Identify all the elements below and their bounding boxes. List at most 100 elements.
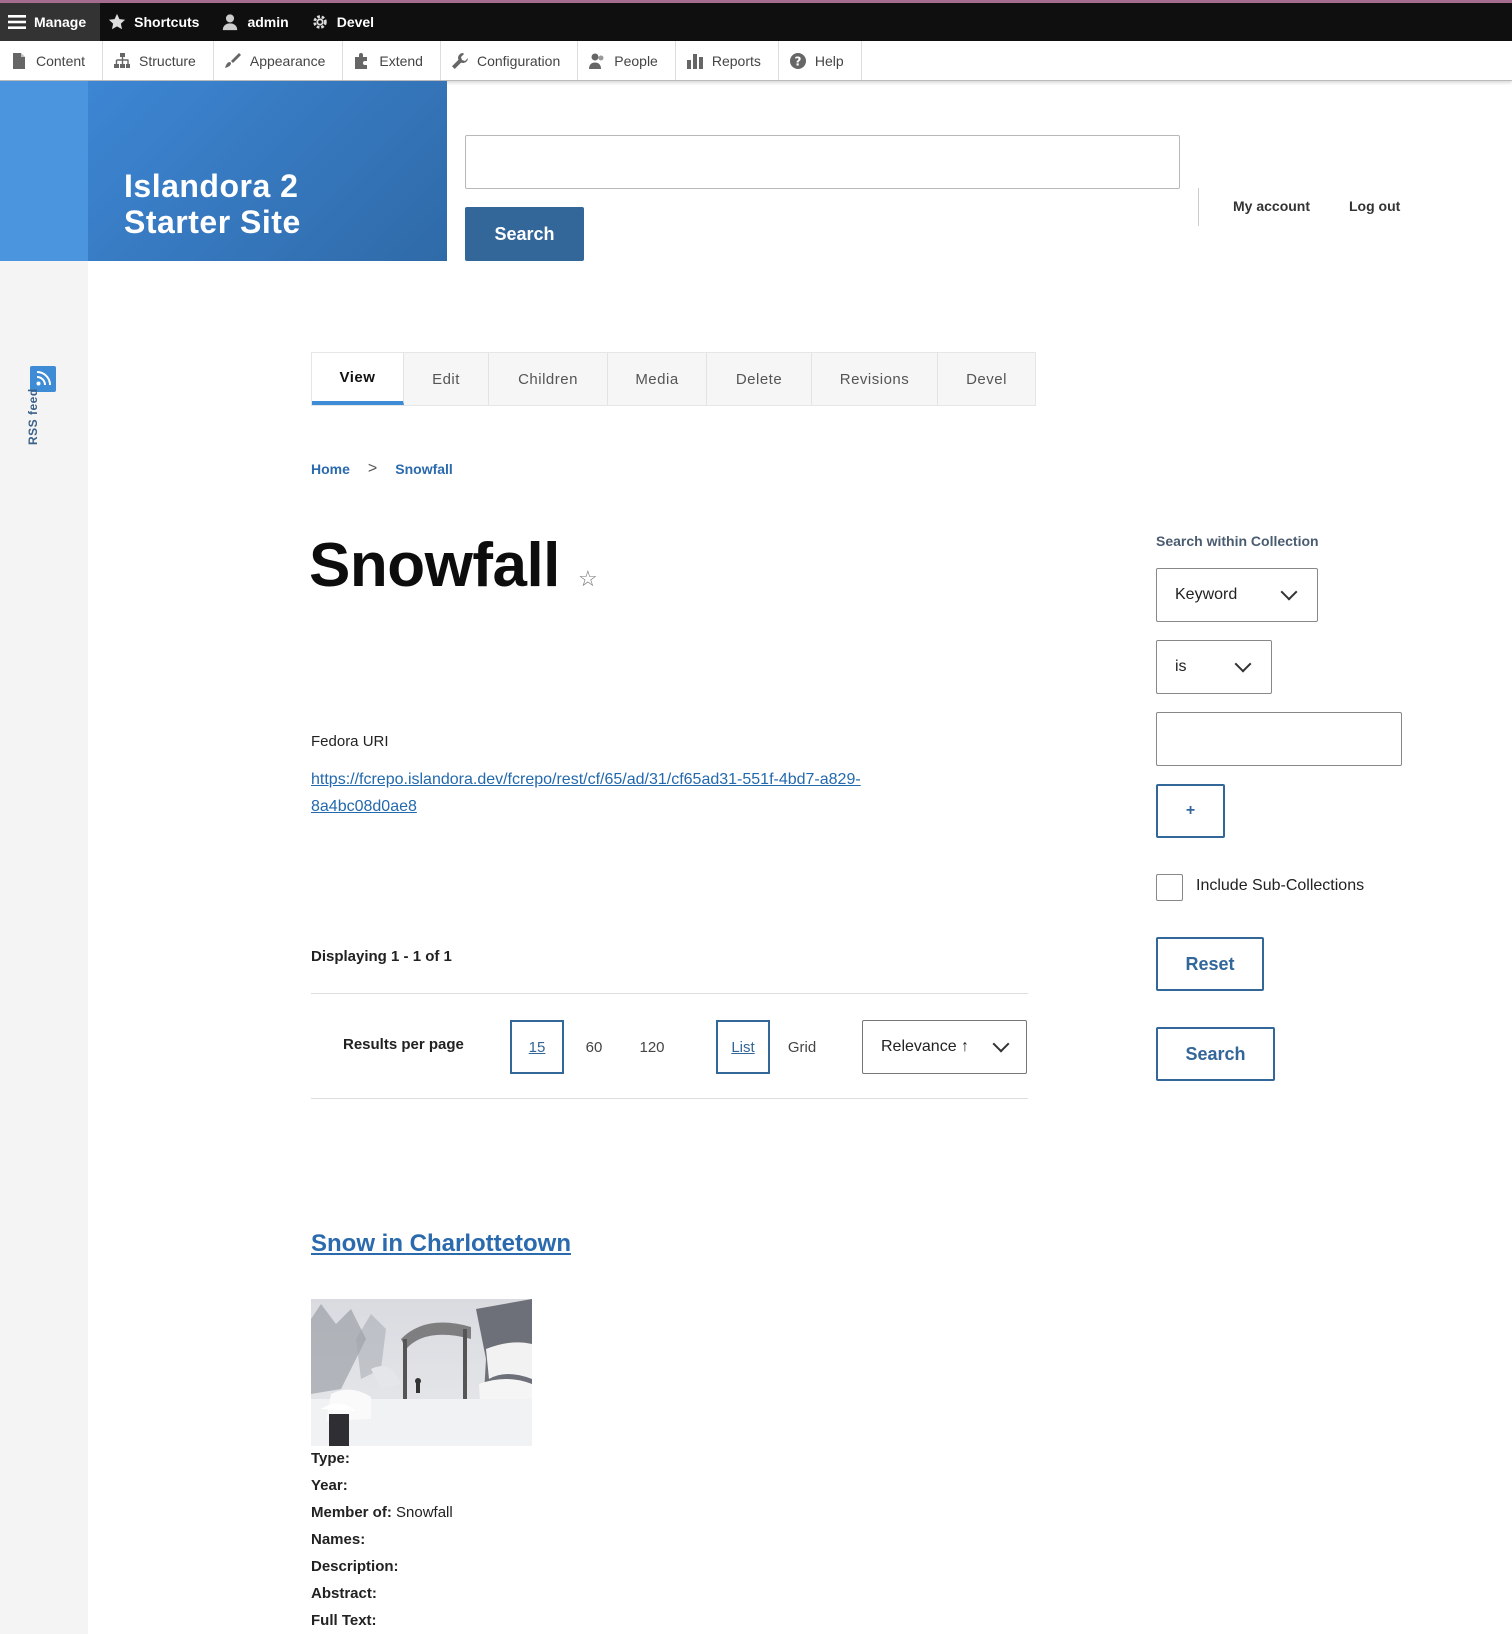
tray-people-label: People [614,52,658,69]
tray-extend-label: Extend [379,52,423,69]
sort-select[interactable]: Relevance ↑ [862,1020,1027,1074]
tab-devel[interactable]: Devel [938,353,1035,405]
header-search-button[interactable]: Search [465,207,584,261]
breadcrumb-current[interactable]: Snowfall [395,461,453,477]
results-per-page-label: Results per page [343,1036,464,1053]
tray-configuration-label: Configuration [476,52,561,69]
tray-appearance[interactable]: Appearance [214,41,344,80]
divider-top [311,993,1028,994]
tab-edit[interactable]: Edit [404,353,489,405]
tray-appearance-label: Appearance [249,52,326,69]
reset-button[interactable]: Reset [1156,937,1264,991]
per-page-15[interactable]: 15 [510,1020,564,1074]
view-grid[interactable]: Grid [778,1020,826,1074]
left-sidebar [0,261,88,1634]
tray-extend[interactable]: Extend [343,41,441,80]
tab-view[interactable]: View [312,353,404,405]
tab-revisions[interactable]: Revisions [812,353,938,405]
toolbar-manage[interactable]: Manage [0,3,101,41]
meta-member-of-value: Snowfall [391,1504,453,1521]
log-out-link[interactable]: Log out [1349,198,1400,214]
site-name[interactable]: Islandora 2 Starter Site [124,168,301,240]
tray-reports[interactable]: Reports [676,41,779,80]
tray-help[interactable]: ? Help [779,41,862,80]
breadcrumb: Home > Snowfall [311,460,453,478]
question-icon: ? [789,52,806,69]
meta-description-label: Description: [311,1558,399,1575]
chevron-down-icon [1234,655,1252,673]
tab-delete[interactable]: Delete [707,353,812,405]
paintbrush-icon [224,52,241,68]
wrench-icon [451,52,468,69]
snow-street-image [311,1299,532,1446]
people-icon [589,53,604,69]
star-icon [109,13,126,30]
toolbar-shortcuts-label: Shortcuts [134,14,200,30]
tray-structure[interactable]: Structure [103,41,214,80]
rss-feed-label[interactable]: RSS feed [26,388,40,445]
tray-people[interactable]: People [578,41,676,80]
operator-select[interactable]: is [1156,640,1272,694]
page-title: Snowfall [309,531,560,600]
divider-bottom [311,1098,1028,1099]
fedora-uri-link[interactable]: https://fcrepo.islandora.dev/fcrepo/rest… [311,766,891,820]
meta-member-of: Member of: Snowfall [311,1504,453,1521]
breadcrumb-separator: > [367,460,378,477]
meta-type-label: Type: [311,1450,350,1467]
include-sub-collections-checkbox[interactable] [1156,874,1183,901]
include-sub-collections-label[interactable]: Include Sub-Collections [1196,877,1364,895]
hamburger-icon [8,15,26,29]
meta-year-label: Year: [311,1477,348,1494]
tab-children[interactable]: Children [489,353,608,405]
tray-content-label: Content [36,52,86,69]
meta-member-of-label: Member of: [311,1504,392,1521]
admin-tray: Content Structure Appearance Extend Conf… [0,41,1512,81]
toolbar-user[interactable]: admin [213,3,302,41]
header-search-input[interactable] [465,135,1180,189]
collection-search-button[interactable]: Search [1156,1027,1275,1081]
user-icon [223,14,238,31]
tray-help-label: Help [814,52,844,69]
bar-chart-icon [686,53,703,69]
file-icon [13,52,25,69]
per-page-120[interactable]: 120 [627,1020,677,1074]
toolbar-devel-label: Devel [336,14,375,30]
site-name-line1: Islandora 2 [124,168,299,204]
secondary-menu-divider [1198,188,1199,226]
meta-year: Year: [311,1477,348,1494]
gear-icon [312,15,327,29]
my-account-link[interactable]: My account [1233,198,1310,214]
meta-description: Description: [311,1558,399,1575]
favorite-star-icon[interactable]: ☆ [578,566,598,592]
sort-select-value: Relevance ↑ [881,1038,970,1055]
meta-full-text-label: Full Text: [311,1612,377,1629]
meta-full-text: Full Text: [311,1612,377,1629]
tab-media[interactable]: Media [608,353,707,405]
toolbar-devel[interactable]: Devel [303,3,388,41]
meta-abstract: Abstract: [311,1585,377,1602]
per-page-60[interactable]: 60 [570,1020,618,1074]
tray-structure-label: Structure [139,52,196,69]
meta-type: Type: [311,1450,350,1467]
add-condition-button[interactable]: + [1156,784,1225,838]
breadcrumb-home[interactable]: Home [311,461,350,477]
puzzle-icon [355,52,368,69]
meta-abstract-label: Abstract: [311,1585,377,1602]
tray-reports-label: Reports [711,52,761,69]
field-select-value: Keyword [1175,586,1238,603]
results-summary: Displaying 1 - 1 of 1 [311,948,452,965]
meta-names: Names: [311,1531,365,1548]
collection-search-value-input[interactable] [1156,712,1402,766]
field-select[interactable]: Keyword [1156,568,1318,622]
toolbar-manage-label: Manage [34,14,87,30]
view-list[interactable]: List [716,1020,770,1074]
tray-configuration[interactable]: Configuration [441,41,579,80]
operator-select-value: is [1175,658,1187,675]
sitemap-icon [114,52,131,68]
result-thumbnail[interactable] [311,1299,532,1446]
result-title-link[interactable]: Snow in Charlottetown [311,1230,571,1258]
local-tabs: View Edit Children Media Delete Revision… [311,352,1036,406]
toolbar-shortcuts[interactable]: Shortcuts [100,3,213,41]
site-name-line2: Starter Site [124,204,301,240]
tray-content[interactable]: Content [0,41,104,80]
